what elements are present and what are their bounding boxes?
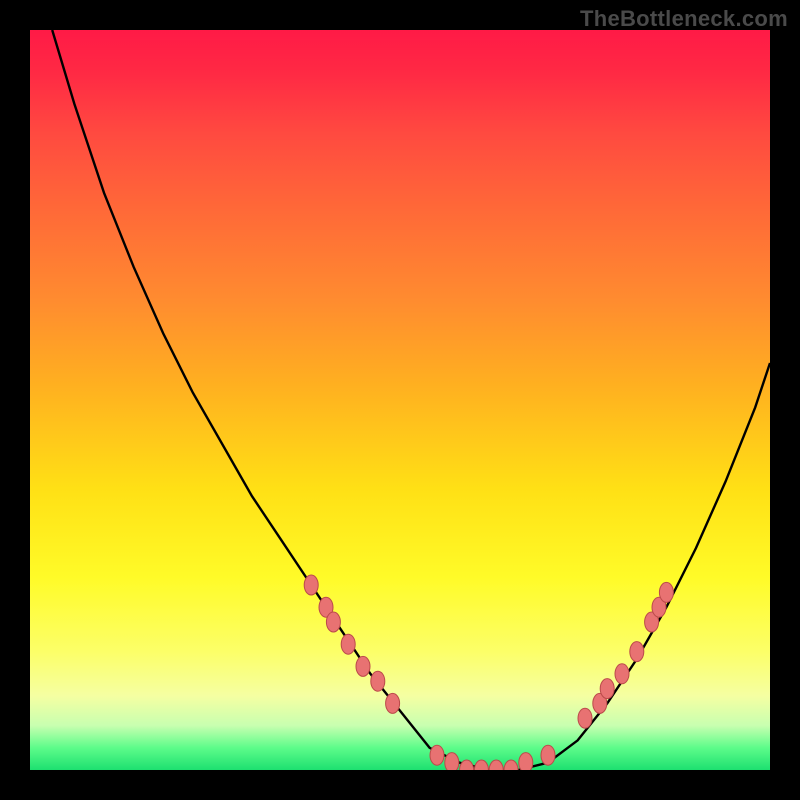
data-point-marker	[659, 582, 673, 602]
curve-svg	[30, 30, 770, 770]
data-point-marker	[445, 753, 459, 770]
plot-area	[30, 30, 770, 770]
data-point-marker	[519, 753, 533, 770]
curve-markers	[304, 575, 673, 770]
chart-frame: TheBottleneck.com	[0, 0, 800, 800]
data-point-marker	[356, 656, 370, 676]
watermark-text: TheBottleneck.com	[580, 6, 788, 32]
data-point-marker	[326, 612, 340, 632]
data-point-marker	[541, 745, 555, 765]
data-point-marker	[371, 671, 385, 691]
data-point-marker	[341, 634, 355, 654]
data-point-marker	[460, 760, 474, 770]
data-point-marker	[304, 575, 318, 595]
data-point-marker	[630, 642, 644, 662]
data-point-marker	[489, 760, 503, 770]
data-point-marker	[474, 760, 488, 770]
bottleneck-curve	[52, 30, 770, 770]
data-point-marker	[600, 679, 614, 699]
data-point-marker	[430, 745, 444, 765]
data-point-marker	[504, 760, 518, 770]
data-point-marker	[578, 708, 592, 728]
data-point-marker	[386, 693, 400, 713]
data-point-marker	[615, 664, 629, 684]
